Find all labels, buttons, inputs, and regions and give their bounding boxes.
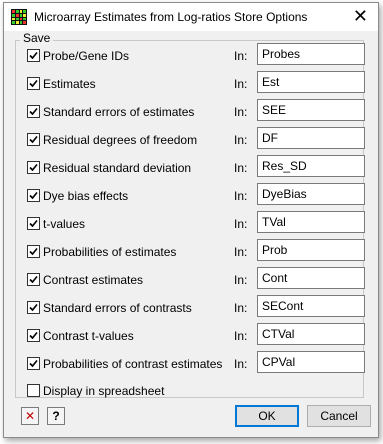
option-row[interactable]: Contrast t-values In: CTVal [27, 323, 367, 347]
in-label: In: [234, 357, 248, 371]
checkmark-icon [29, 191, 38, 200]
checkmark-icon [29, 247, 38, 256]
option-label: Standard errors of contrasts [43, 301, 192, 315]
option-row[interactable]: Standard errors of estimates In: SEE [27, 99, 367, 123]
in-label: In: [234, 133, 248, 147]
option-row[interactable]: Contrast estimates In: Cont [27, 267, 367, 291]
option-checkbox[interactable] [27, 329, 40, 342]
checkmark-icon [29, 107, 38, 116]
display-spreadsheet-option[interactable]: Display in spreadsheet [27, 382, 367, 402]
option-checkbox[interactable] [27, 105, 40, 118]
identifier-input[interactable]: Probes [257, 43, 365, 65]
option-checkbox[interactable] [27, 357, 40, 370]
option-label: Standard errors of estimates [43, 105, 195, 119]
in-label: In: [234, 217, 248, 231]
in-label: In: [234, 301, 248, 315]
checkmark-icon [29, 359, 38, 368]
clear-icon: ✕ [24, 409, 36, 423]
app-icon [11, 9, 27, 25]
in-label: In: [234, 189, 248, 203]
identifier-input[interactable]: SECont [257, 295, 365, 317]
identifier-input[interactable]: DF [257, 127, 365, 149]
option-row[interactable]: Standard errors of contrasts In: SECont [27, 295, 367, 319]
display-spreadsheet-label: Display in spreadsheet [43, 384, 165, 398]
option-checkbox[interactable] [27, 301, 40, 314]
option-checkbox[interactable] [27, 245, 40, 258]
option-row[interactable]: Probabilities of estimates In: Prob [27, 239, 367, 263]
close-icon[interactable]: ✕ [353, 6, 368, 26]
title-bar: Microarray Estimates from Log-ratios Sto… [4, 3, 378, 31]
option-row[interactable]: Residual standard deviation In: Res_SD [27, 155, 367, 179]
identifier-input[interactable]: SEE [257, 99, 365, 121]
clear-button[interactable]: ✕ [21, 407, 39, 425]
option-checkbox[interactable] [27, 189, 40, 202]
cancel-button[interactable]: Cancel [307, 405, 371, 427]
in-label: In: [234, 77, 248, 91]
in-label: In: [234, 329, 248, 343]
option-label: Probabilities of contrast estimates [43, 357, 223, 371]
checkmark-icon [29, 51, 38, 60]
option-row[interactable]: Residual degrees of freedom In: DF [27, 127, 367, 151]
option-checkbox[interactable] [27, 49, 40, 62]
option-row[interactable]: Probe/Gene IDs In: Probes [27, 43, 367, 67]
option-label: Dye bias effects [43, 189, 129, 203]
checkmark-icon [29, 275, 38, 284]
identifier-input[interactable]: DyeBias [257, 183, 365, 205]
in-label: In: [234, 49, 248, 63]
help-icon: ? [52, 409, 60, 423]
option-label: Residual standard deviation [43, 161, 192, 175]
option-label: Estimates [43, 77, 96, 91]
in-label: In: [234, 161, 248, 175]
checkmark-icon [29, 303, 38, 312]
identifier-input[interactable]: Cont [257, 267, 365, 289]
option-label: Residual degrees of freedom [43, 133, 198, 147]
option-row[interactable]: Estimates In: Est [27, 71, 367, 95]
save-group-label: Save [20, 31, 54, 45]
checkmark-icon [29, 135, 38, 144]
checkmark-icon [29, 163, 38, 172]
identifier-input[interactable]: CTVal [257, 323, 365, 345]
ok-button[interactable]: OK [235, 405, 299, 427]
option-row[interactable]: Probabilities of contrast estimates In: CP… [27, 351, 367, 375]
option-label: Probe/Gene IDs [43, 49, 130, 63]
identifier-input[interactable]: TVal [257, 211, 365, 233]
help-button[interactable]: ? [47, 407, 65, 425]
in-label: In: [234, 273, 248, 287]
option-checkbox[interactable] [27, 133, 40, 146]
checkmark-icon [29, 219, 38, 228]
option-checkbox[interactable] [27, 161, 40, 174]
in-label: In: [234, 105, 248, 119]
in-label: In: [234, 245, 248, 259]
option-label: t-values [43, 217, 86, 231]
window-title: Microarray Estimates from Log-ratios Sto… [34, 10, 308, 24]
option-label: Contrast estimates [43, 273, 144, 287]
option-label: Probabilities of estimates [43, 245, 177, 259]
option-checkbox[interactable] [27, 77, 40, 90]
option-label: Contrast t-values [43, 329, 134, 343]
identifier-input[interactable]: Res_SD [257, 155, 365, 177]
display-spreadsheet-checkbox[interactable] [27, 384, 40, 397]
checkmark-icon [29, 79, 38, 88]
option-row[interactable]: Dye bias effects In: DyeBias [27, 183, 367, 207]
identifier-input[interactable]: CPVal [257, 351, 365, 373]
option-row[interactable]: t-values In: TVal [27, 211, 367, 235]
checkmark-icon [29, 331, 38, 340]
identifier-input[interactable]: Est [257, 71, 365, 93]
option-checkbox[interactable] [27, 217, 40, 230]
identifier-input[interactable]: Prob [257, 239, 365, 261]
option-checkbox[interactable] [27, 273, 40, 286]
